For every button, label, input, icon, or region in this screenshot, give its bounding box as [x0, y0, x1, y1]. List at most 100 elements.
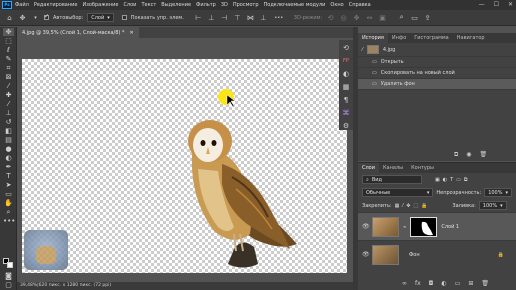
document-tab[interactable]: 4.jpg @ 39,5% (Слой 1, Слой-маска/8) * ✕: [17, 27, 139, 38]
tab-paths[interactable]: Контуры: [407, 163, 438, 173]
new-group-icon[interactable]: ▭: [455, 280, 461, 287]
link-icon[interactable]: ∞: [403, 224, 406, 229]
history-brush-source-icon[interactable]: ⁄: [362, 47, 363, 53]
search-icon[interactable]: ⌕: [397, 13, 406, 22]
history-item[interactable]: ▭ Открыть: [358, 57, 516, 68]
menu-plugins[interactable]: Подключаемые модули: [264, 2, 326, 8]
lock-transparency-icon[interactable]: ▦: [395, 203, 400, 209]
camera-snapshot-icon[interactable]: ◉: [466, 151, 471, 159]
eye-icon[interactable]: 👁: [362, 223, 370, 230]
align-bottom-icon[interactable]: ⊥: [259, 13, 268, 22]
layer-name[interactable]: Слой 1: [441, 224, 459, 230]
align-center-icon[interactable]: ⊥: [207, 13, 216, 22]
menu-text[interactable]: Текст: [141, 2, 156, 8]
brush-tool-icon[interactable]: ⁄: [3, 100, 14, 108]
fill-input[interactable]: 100% ▾: [478, 201, 507, 210]
autoselect-checkbox[interactable]: [44, 13, 49, 20]
background-color-swatch[interactable]: [7, 262, 13, 268]
pen-tool-icon[interactable]: ✒: [3, 163, 14, 171]
history-panel-icon[interactable]: ⟲: [341, 43, 351, 53]
crop-tool-icon[interactable]: ⌗: [3, 64, 14, 72]
layer-style-icon[interactable]: fx: [415, 280, 421, 287]
align-middle-icon[interactable]: ⋈: [246, 13, 255, 22]
link-layers-icon[interactable]: ∞: [402, 280, 407, 287]
minimize-button[interactable]: —: [479, 1, 485, 8]
eraser-tool-icon[interactable]: ◧: [3, 127, 14, 135]
clone-stamp-icon[interactable]: ⊥: [3, 109, 14, 117]
menu-filter[interactable]: Фильтр: [196, 2, 216, 8]
show-transform-checkbox[interactable]: [121, 15, 127, 20]
lock-all-icon[interactable]: 🔒: [421, 203, 427, 209]
layer-row[interactable]: 👁 Фон 🔒: [358, 240, 516, 268]
blur-tool-icon[interactable]: ●: [3, 145, 14, 153]
layer-mask-thumbnail[interactable]: [410, 216, 438, 237]
lock-artboard-icon[interactable]: ⬚: [413, 203, 418, 209]
menu-layers[interactable]: Слои: [123, 2, 136, 8]
move-tool-icon[interactable]: ✥: [18, 13, 27, 22]
history-brush-icon[interactable]: ↺: [3, 118, 14, 126]
menu-edit[interactable]: Редактирование: [34, 2, 78, 8]
align-left-icon[interactable]: ⊢: [194, 13, 203, 22]
new-document-from-state-icon[interactable]: ⧉: [454, 151, 458, 159]
workspace-icon[interactable]: ▭: [410, 13, 419, 22]
menu-file[interactable]: Файл: [15, 2, 29, 8]
gradient-tool-icon[interactable]: ▤: [3, 136, 14, 144]
properties-panel-icon[interactable]: FP: [341, 56, 351, 66]
quick-mask-icon[interactable]: ◙: [3, 272, 14, 280]
tab-navigator[interactable]: Навигатор: [453, 33, 489, 43]
brush-settings-icon[interactable]: ¶: [341, 95, 351, 105]
filter-type-icon[interactable]: T: [450, 177, 453, 183]
tab-history[interactable]: История: [358, 33, 388, 43]
layer-name[interactable]: Фон: [409, 252, 420, 258]
tab-info[interactable]: Инфо: [388, 33, 410, 43]
paths-panel-icon[interactable]: ⌘: [341, 108, 351, 118]
menu-3d[interactable]: 3D: [221, 2, 228, 8]
tab-layers[interactable]: Слои: [358, 163, 379, 173]
lock-position-icon[interactable]: ✥: [406, 203, 410, 209]
close-tab-icon[interactable]: ✕: [129, 30, 133, 36]
close-window-button[interactable]: ✕: [508, 1, 513, 8]
quick-select-tool-icon[interactable]: ✎: [3, 55, 14, 63]
zoom-tool-icon[interactable]: ⌕: [3, 208, 14, 216]
lasso-tool-icon[interactable]: ℓ: [3, 46, 14, 54]
adjustment-layer-icon[interactable]: ◐: [441, 280, 446, 287]
lock-pixels-icon[interactable]: ⁄: [402, 203, 403, 209]
layer-thumbnail[interactable]: [372, 244, 399, 265]
share-icon[interactable]: ⇪: [423, 13, 432, 22]
more-options-icon[interactable]: •••: [272, 13, 286, 22]
menu-window[interactable]: Окно: [330, 2, 343, 8]
path-select-icon[interactable]: ➤: [3, 181, 14, 189]
maximize-button[interactable]: ☐: [494, 1, 499, 8]
trash-icon[interactable]: 🗑: [481, 280, 489, 287]
filter-smart-icon[interactable]: ⧉: [464, 177, 468, 183]
hand-tool-icon[interactable]: ✋: [3, 199, 14, 207]
opacity-input[interactable]: 100% ▾: [484, 188, 512, 197]
tab-histogram[interactable]: Гистограмма: [410, 33, 453, 43]
dodge-tool-icon[interactable]: ◐: [3, 154, 14, 162]
align-top-icon[interactable]: ⊤: [233, 13, 242, 22]
layer-filter-dropdown[interactable]: ⌕ Вид: [362, 175, 422, 184]
frame-tool-icon[interactable]: ⊠: [3, 73, 14, 81]
menu-view[interactable]: Просмотр: [233, 2, 259, 8]
menu-help[interactable]: Справка: [349, 2, 371, 8]
edit-toolbar-icon[interactable]: •••: [3, 217, 15, 225]
filter-shape-icon[interactable]: ▭: [456, 177, 461, 183]
history-item[interactable]: ▭ Удалить фон: [358, 79, 516, 90]
adjustments-panel-icon[interactable]: ◐: [341, 69, 351, 79]
eye-icon[interactable]: 👁: [362, 251, 370, 258]
screen-mode-icon[interactable]: ▢: [3, 281, 14, 289]
align-right-icon[interactable]: ⊣: [220, 13, 229, 22]
trash-icon[interactable]: 🗑: [480, 151, 488, 159]
eyedropper-tool-icon[interactable]: ⁄: [3, 82, 14, 90]
blend-mode-dropdown[interactable]: Обычные ▾: [362, 188, 434, 197]
history-item[interactable]: ▭ Скопировать на новый слой: [358, 68, 516, 79]
menu-image[interactable]: Изображение: [82, 2, 118, 8]
move-tool-icon[interactable]: ✥: [3, 28, 14, 36]
new-layer-icon[interactable]: ⊞: [468, 280, 473, 287]
autoselect-dropdown[interactable]: Слой ▾: [87, 13, 114, 22]
document-canvas[interactable]: [22, 59, 347, 273]
shape-tool-icon[interactable]: ▭: [3, 190, 14, 198]
marquee-tool-icon[interactable]: ⬚: [3, 37, 14, 45]
filter-pixel-icon[interactable]: ▣: [435, 177, 440, 183]
menu-select[interactable]: Выделение: [161, 2, 191, 8]
